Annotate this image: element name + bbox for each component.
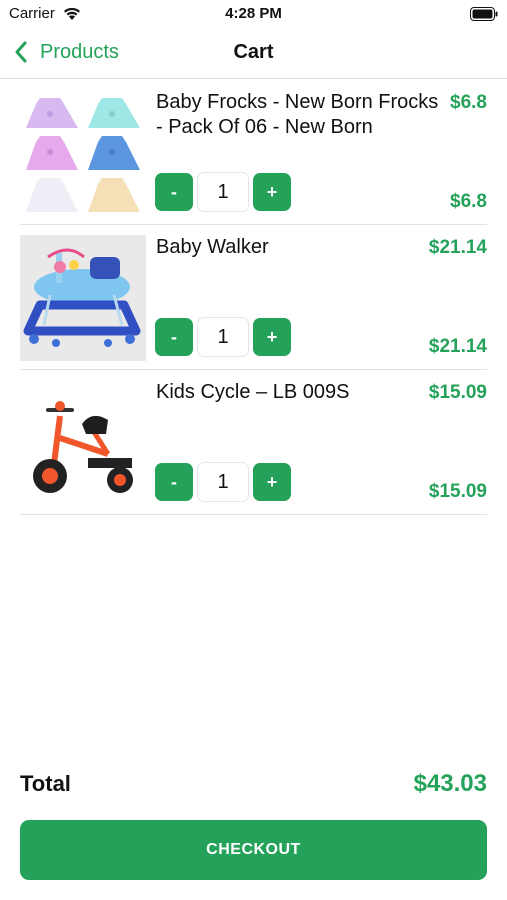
status-time: 4:28 PM [225,5,282,22]
cart-list: Baby Frocks - New Born Frocks - Pack Of … [20,80,487,515]
quantity-stepper: - 1 + [155,317,291,357]
baby-walker-image [20,235,146,361]
cart-item: Baby Walker $21.14 - 1 + $21.14 [20,225,487,370]
item-name: Baby Walker [156,236,269,258]
increment-button[interactable]: + [253,318,291,356]
item-line-total: $6.8 [450,191,487,212]
quantity-value[interactable]: 1 [197,317,249,357]
quantity-stepper: - 1 + [155,172,291,212]
item-line-total: $15.09 [428,481,487,502]
decrement-button[interactable]: - [155,173,193,211]
battery-icon [470,7,498,21]
cart-item: Kids Cycle – LB 009S $15.09 - 1 + $15.09 [20,370,487,515]
item-price: $6.8 [450,92,487,113]
increment-button[interactable]: + [253,463,291,501]
item-name: Kids Cycle – LB 009S [156,381,350,403]
item-price: $15.09 [428,382,487,403]
navigation-bar: Products Cart [0,28,507,79]
item-price: $21.14 [428,237,487,258]
baby-frocks-image [20,90,146,216]
quantity-value[interactable]: 1 [197,172,249,212]
quantity-value[interactable]: 1 [197,462,249,502]
quantity-stepper: - 1 + [155,462,291,502]
decrement-button[interactable]: - [155,463,193,501]
item-line-total: $21.14 [428,336,487,357]
page-title: Cart [233,41,274,63]
item-name: Baby Frocks - New Born Frocks - Pack Of … [156,91,439,138]
increment-button[interactable]: + [253,173,291,211]
kids-cycle-image [20,380,146,506]
checkout-button[interactable]: CHECKOUT [20,820,487,880]
total-row: Total $43.03 [20,768,487,802]
total-label: Total [20,771,71,796]
cart-item: Baby Frocks - New Born Frocks - Pack Of … [20,80,487,225]
status-bar: Carrier 4:28 PM [0,0,507,28]
decrement-button[interactable]: - [155,318,193,356]
total-value: $43.03 [413,770,487,797]
